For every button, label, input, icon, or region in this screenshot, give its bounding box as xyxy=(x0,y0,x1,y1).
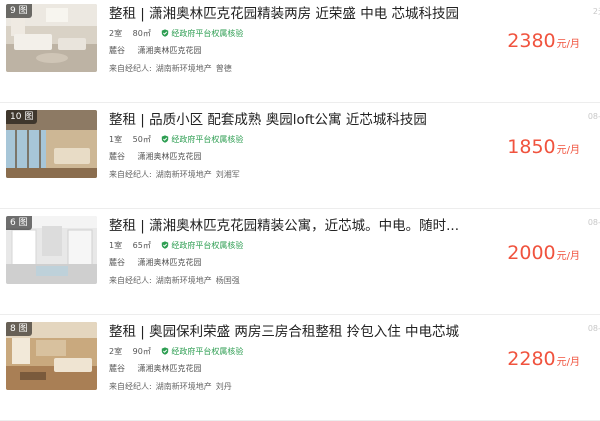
listing-meta: 1室 50㎡ 经政府平台权属核验 xyxy=(109,134,259,146)
price-unit: 元/月 xyxy=(556,251,580,262)
district-link[interactable]: 麓谷 xyxy=(109,364,125,373)
agent-name[interactable]: 刘丹 xyxy=(216,382,232,391)
agency-name: 湖南新环境地产 xyxy=(155,276,212,285)
photo-count-badge: 8 图 xyxy=(6,322,32,336)
district-link[interactable]: 麓谷 xyxy=(109,258,125,267)
price-amount: 2000 xyxy=(507,242,556,264)
photo-count-badge: 10 图 xyxy=(6,110,38,124)
listing-title[interactable]: 整租 | 品质小区 配套成熟 奥园loft公寓 近芯城科技园 xyxy=(109,111,509,129)
photo-count-badge: 9 图 xyxy=(6,4,32,18)
verified-label: 经政府平台权属核验 xyxy=(171,241,244,250)
agent-info: 来自经纪人: 湖南新环境地产 刘丹 xyxy=(109,381,236,393)
agency-name: 湖南新环境地产 xyxy=(155,170,212,179)
price-unit: 元/月 xyxy=(556,145,580,156)
verified-badge: 经政府平台权属核验 xyxy=(161,135,251,144)
price-amount: 2280 xyxy=(507,348,556,370)
price-unit: 元/月 xyxy=(556,357,580,368)
agent-prefix: 来自经纪人: xyxy=(109,64,152,73)
agency-name: 湖南新环境地产 xyxy=(155,382,212,391)
district-link[interactable]: 麓谷 xyxy=(109,46,125,55)
listing-photo[interactable]: 10 图 xyxy=(6,110,97,178)
listing-photo[interactable]: 6 图 xyxy=(6,216,97,284)
agent-info: 来自经纪人: 湖南新环境地产 刘湘军 xyxy=(109,169,244,181)
verified-badge: 经政府平台权属核验 xyxy=(161,29,251,38)
verified-badge: 经政府平台权属核验 xyxy=(161,347,251,356)
listing-list: 9 图 整租 | 潇湘奥林匹克花园精装两房 近荣盛 中电 芯城科技园 2室 80… xyxy=(0,0,600,421)
listing-meta: 2室 90㎡ 经政府平台权属核验 xyxy=(109,346,259,358)
post-date: 08-2 xyxy=(587,112,600,121)
agent-prefix: 来自经纪人: xyxy=(109,276,152,285)
room-count: 2室 xyxy=(109,29,123,38)
price: 1850元/月 xyxy=(507,136,580,158)
post-date: 08-2 xyxy=(587,218,600,227)
post-date: 08-1 xyxy=(587,324,600,333)
verified-label: 经政府平台权属核验 xyxy=(171,29,244,38)
agent-info: 来自经纪人: 湖南新环境地产 杨国强 xyxy=(109,275,244,287)
community-link[interactable]: 潇湘奥林匹克花园 xyxy=(138,46,202,55)
agent-prefix: 来自经纪人: xyxy=(109,382,152,391)
listing-card[interactable]: 9 图 整租 | 潇湘奥林匹克花园精装两房 近荣盛 中电 芯城科技园 2室 80… xyxy=(0,0,600,103)
agent-prefix: 来自经纪人: xyxy=(109,170,152,179)
agent-name[interactable]: 刘湘军 xyxy=(216,170,240,179)
shield-check-icon xyxy=(162,241,169,249)
room-count: 1室 xyxy=(109,241,123,250)
listing-photo[interactable]: 9 图 xyxy=(6,4,97,72)
agent-info: 来自经纪人: 湖南新环境地产 曾德 xyxy=(109,63,236,75)
price-amount: 2380 xyxy=(507,30,556,52)
price-amount: 1850 xyxy=(507,136,556,158)
shield-check-icon xyxy=(162,135,169,143)
shield-check-icon xyxy=(162,347,169,355)
listing-card[interactable]: 8 图 整租 | 奥园保利荣盛 两房三房合租整租 拎包入住 中电芯城 2室 90… xyxy=(0,318,600,421)
room-count: 2室 xyxy=(109,347,123,356)
listing-location: 麓谷 潇湘奥林匹克花园 xyxy=(109,363,212,375)
area: 65㎡ xyxy=(132,241,151,250)
area: 50㎡ xyxy=(132,135,151,144)
price-unit: 元/月 xyxy=(556,39,580,50)
agent-name[interactable]: 杨国强 xyxy=(216,276,240,285)
listing-title[interactable]: 整租 | 奥园保利荣盛 两房三房合租整租 拎包入住 中电芯城 xyxy=(109,323,509,341)
price: 2000元/月 xyxy=(507,242,580,264)
verified-label: 经政府平台权属核验 xyxy=(171,135,244,144)
verified-label: 经政府平台权属核验 xyxy=(171,347,244,356)
community-link[interactable]: 潇湘奥林匹克花园 xyxy=(138,258,202,267)
listing-meta: 2室 80㎡ 经政府平台权属核验 xyxy=(109,28,259,40)
post-date: 2天 xyxy=(592,7,600,16)
listing-card[interactable]: 6 图 整租 | 潇湘奥林匹克花园精装公寓，近芯城。中电。随时... 1室 65… xyxy=(0,212,600,315)
listing-card[interactable]: 10 图 整租 | 品质小区 配套成熟 奥园loft公寓 近芯城科技园 1室 5… xyxy=(0,106,600,209)
community-link[interactable]: 潇湘奥林匹克花园 xyxy=(138,152,202,161)
price: 2380元/月 xyxy=(507,30,580,52)
listing-title[interactable]: 整租 | 潇湘奥林匹克花园精装两房 近荣盛 中电 芯城科技园 xyxy=(109,5,509,23)
district-link[interactable]: 麓谷 xyxy=(109,152,125,161)
listing-location: 麓谷 潇湘奥林匹克花园 xyxy=(109,151,212,163)
photo-count-badge: 6 图 xyxy=(6,216,32,230)
listing-location: 麓谷 潇湘奥林匹克花园 xyxy=(109,45,212,57)
agency-name: 湖南新环境地产 xyxy=(155,64,212,73)
shield-check-icon xyxy=(162,29,169,37)
area: 90㎡ xyxy=(132,347,151,356)
area: 80㎡ xyxy=(132,29,151,38)
price: 2280元/月 xyxy=(507,348,580,370)
listing-title[interactable]: 整租 | 潇湘奥林匹克花园精装公寓，近芯城。中电。随时... xyxy=(109,217,509,235)
listing-location: 麓谷 潇湘奥林匹克花园 xyxy=(109,257,212,269)
verified-badge: 经政府平台权属核验 xyxy=(161,241,251,250)
room-count: 1室 xyxy=(109,135,123,144)
community-link[interactable]: 潇湘奥林匹克花园 xyxy=(138,364,202,373)
listing-photo[interactable]: 8 图 xyxy=(6,322,97,390)
agent-name[interactable]: 曾德 xyxy=(216,64,232,73)
listing-meta: 1室 65㎡ 经政府平台权属核验 xyxy=(109,240,259,252)
